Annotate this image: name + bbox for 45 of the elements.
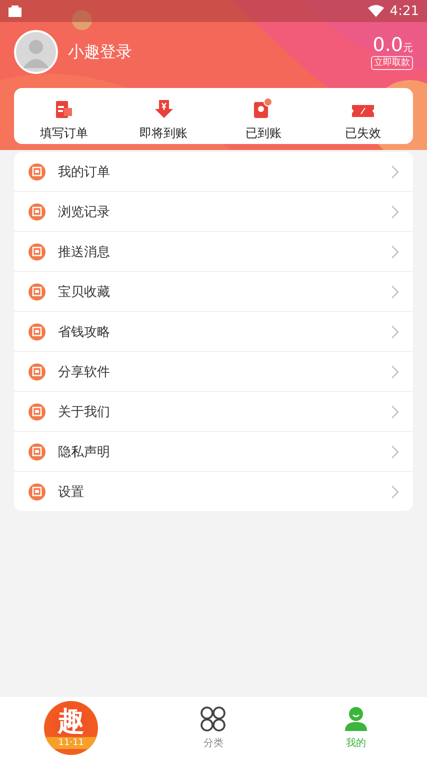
chevron-icon — [391, 444, 399, 458]
menu-item-icon — [28, 322, 46, 340]
chevron-icon — [391, 204, 399, 218]
menu-item[interactable]: 宝贝收藏 — [14, 272, 413, 312]
balance-amount: 0.0 — [372, 34, 403, 56]
yuan-arrow-icon[interactable] — [154, 99, 174, 119]
order-stat-label[interactable]: 已失效 — [345, 125, 382, 142]
menu-item-icon — [28, 362, 46, 380]
chevron-icon — [391, 324, 399, 338]
category-icon[interactable] — [200, 706, 226, 732]
status-time: 4:21 — [390, 4, 419, 18]
menu-item[interactable]: 我的订单 — [14, 152, 413, 192]
menu-item[interactable]: 分享软件 — [14, 352, 413, 392]
chevron-icon — [391, 244, 399, 258]
menu-item[interactable]: 省钱攻略 — [14, 312, 413, 352]
chevron-icon — [391, 484, 399, 498]
nav-tab[interactable]: 分类 — [203, 736, 224, 750]
order-stat-label[interactable]: 已到账 — [245, 125, 282, 142]
wifi-icon — [368, 5, 384, 17]
chevron-icon — [391, 284, 399, 298]
menu-item[interactable]: 推送消息 — [14, 232, 413, 272]
menu-item-icon — [28, 282, 46, 300]
chevron-icon — [391, 164, 399, 178]
chevron-icon — [391, 404, 399, 418]
chevron-icon — [391, 364, 399, 378]
wallet-badge-icon[interactable] — [252, 97, 274, 119]
menu-item[interactable]: 浏览记录 — [14, 192, 413, 232]
avatar-icon[interactable] — [14, 30, 58, 74]
coupon-icon[interactable] — [351, 103, 376, 119]
menu-item[interactable]: 设置 — [14, 472, 413, 511]
menu-item-icon — [28, 242, 46, 260]
user-icon[interactable] — [344, 706, 368, 732]
app-logo[interactable]: 趣 11·11 — [44, 701, 98, 755]
notification-icon — [8, 5, 22, 17]
menu-item-icon — [28, 402, 46, 420]
menu-item-icon — [28, 162, 46, 180]
menu-item-icon — [28, 202, 46, 220]
menu-item[interactable]: 隐私声明 — [14, 432, 413, 472]
balance-unit: 元 — [403, 43, 413, 54]
menu-item-icon — [28, 442, 46, 460]
order-stat-label[interactable]: 即将到账 — [140, 125, 188, 142]
clipboard-icon[interactable] — [54, 99, 73, 119]
menu-item[interactable]: 关于我们 — [14, 392, 413, 432]
order-stat-label[interactable]: 填写订单 — [40, 125, 88, 142]
menu-item-icon — [28, 482, 46, 500]
